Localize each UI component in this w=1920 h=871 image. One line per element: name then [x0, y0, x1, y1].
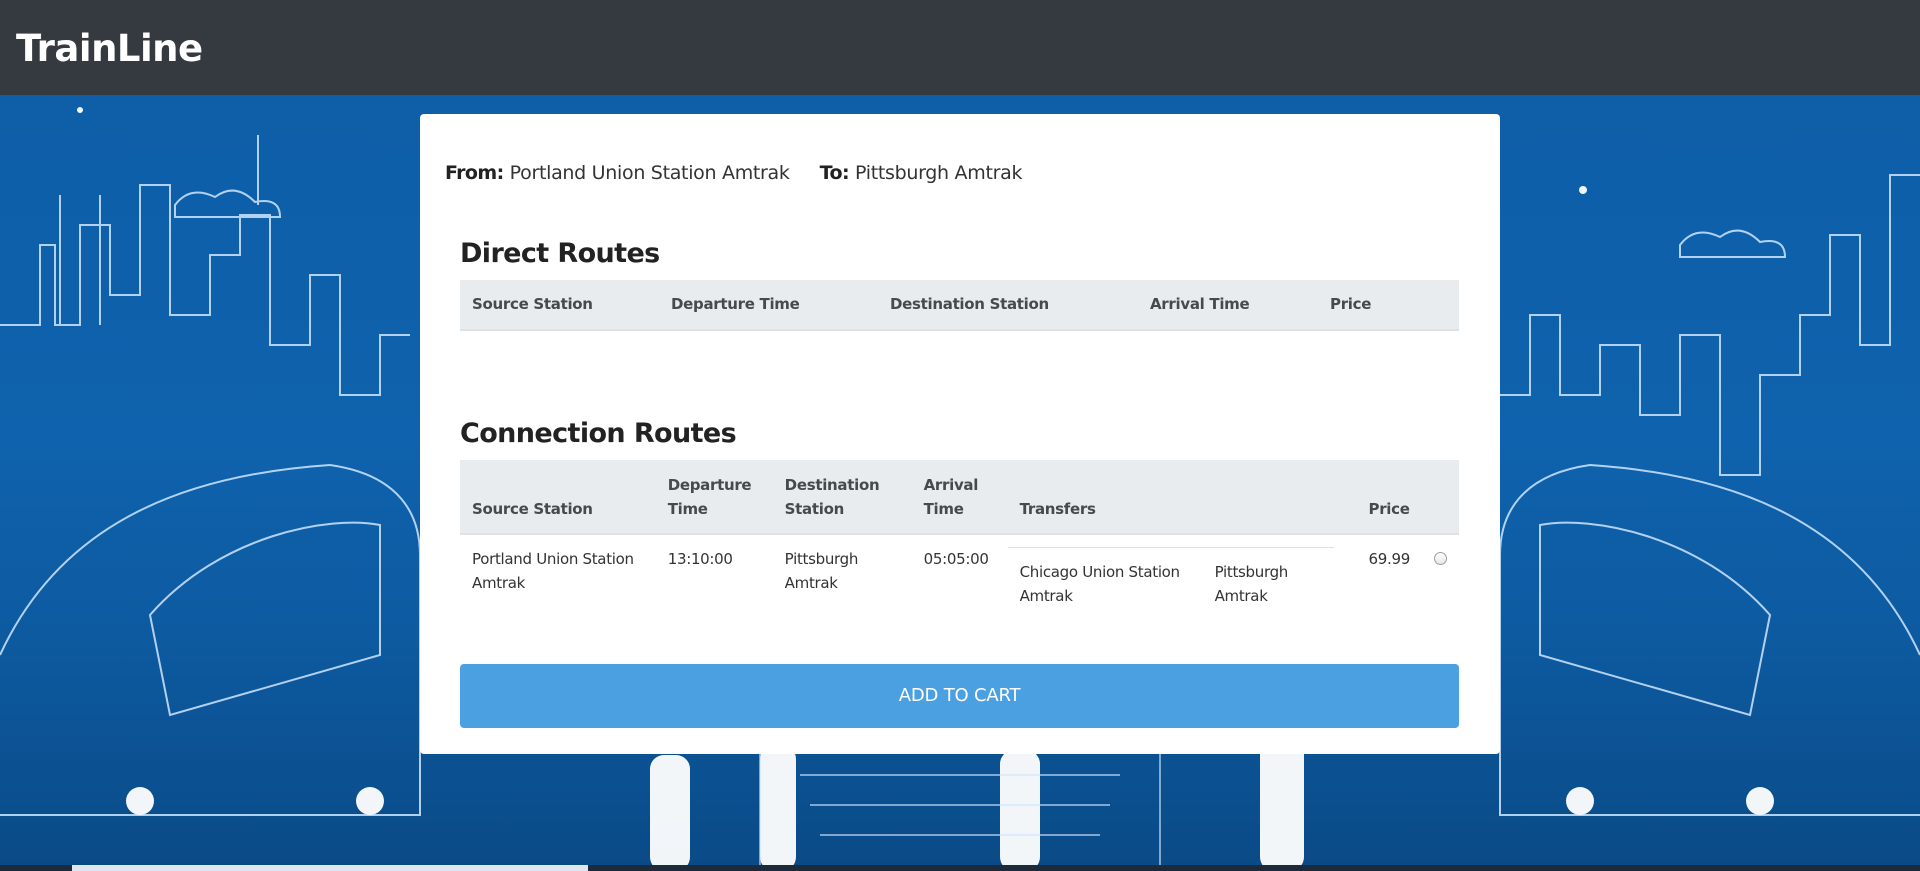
- cell-arrival-time: 05:05:00: [923, 550, 989, 568]
- cell-destination-station: Pittsburgh Amtrak: [784, 550, 859, 592]
- column-header: Price: [1356, 460, 1422, 535]
- results-card: From: Portland Union Station Amtrak To: …: [420, 114, 1500, 754]
- table-header-row: Source Station Departure Time Destinatio…: [460, 280, 1459, 331]
- column-header: Transfers: [1007, 460, 1357, 535]
- route-select-radio[interactable]: [1434, 552, 1447, 565]
- cell-departure-time: 13:10:00: [667, 550, 733, 568]
- add-to-cart-button[interactable]: ADD TO CART: [460, 664, 1459, 728]
- column-header: Arrival Time: [1138, 280, 1318, 331]
- table-row: Portland Union Station Amtrak 13:10:00 P…: [460, 534, 1459, 620]
- column-header: Arrival Time: [911, 460, 1008, 535]
- connection-routes-title: Connection Routes: [460, 418, 737, 449]
- select-column-header: [1422, 460, 1459, 535]
- column-header: Departure Time: [655, 460, 773, 535]
- cell-price: 69.99: [1368, 550, 1411, 568]
- direct-routes-title: Direct Routes: [460, 238, 660, 269]
- cell-transfers: Chicago Union Station Amtrak Pittsburgh …: [1007, 534, 1357, 620]
- column-header: Source Station: [460, 280, 659, 331]
- bottom-strip-segment: [72, 865, 588, 871]
- table-header-row: Source Station Departure Time Destinatio…: [460, 460, 1459, 535]
- column-header: Destination Station: [878, 280, 1138, 331]
- to-value: Pittsburgh Amtrak: [855, 162, 1023, 184]
- column-header: Departure Time: [659, 280, 878, 331]
- top-navbar: TrainLine: [0, 0, 1920, 95]
- transfer-station: Chicago Union Station Amtrak: [1019, 563, 1180, 605]
- from-value: Portland Union Station Amtrak: [509, 162, 790, 184]
- cell-select: [1422, 534, 1459, 620]
- bottom-strip: [0, 865, 1920, 871]
- cell-source-station: Portland Union Station Amtrak: [472, 550, 634, 592]
- column-header: Destination Station: [772, 460, 912, 535]
- transfer-row: Chicago Union Station Amtrak Pittsburgh …: [1007, 547, 1334, 608]
- to-label: To:: [819, 162, 850, 184]
- column-header: Price: [1318, 280, 1459, 331]
- transfer-destination: Pittsburgh Amtrak: [1214, 563, 1289, 605]
- connection-routes-table: Source Station Departure Time Destinatio…: [460, 460, 1459, 620]
- route-summary: From: Portland Union Station Amtrak To: …: [445, 162, 1022, 184]
- direct-routes-table: Source Station Departure Time Destinatio…: [460, 280, 1459, 331]
- brand-logo-link[interactable]: TrainLine: [16, 30, 203, 67]
- from-label: From:: [445, 162, 504, 184]
- column-header: Source Station: [460, 460, 656, 535]
